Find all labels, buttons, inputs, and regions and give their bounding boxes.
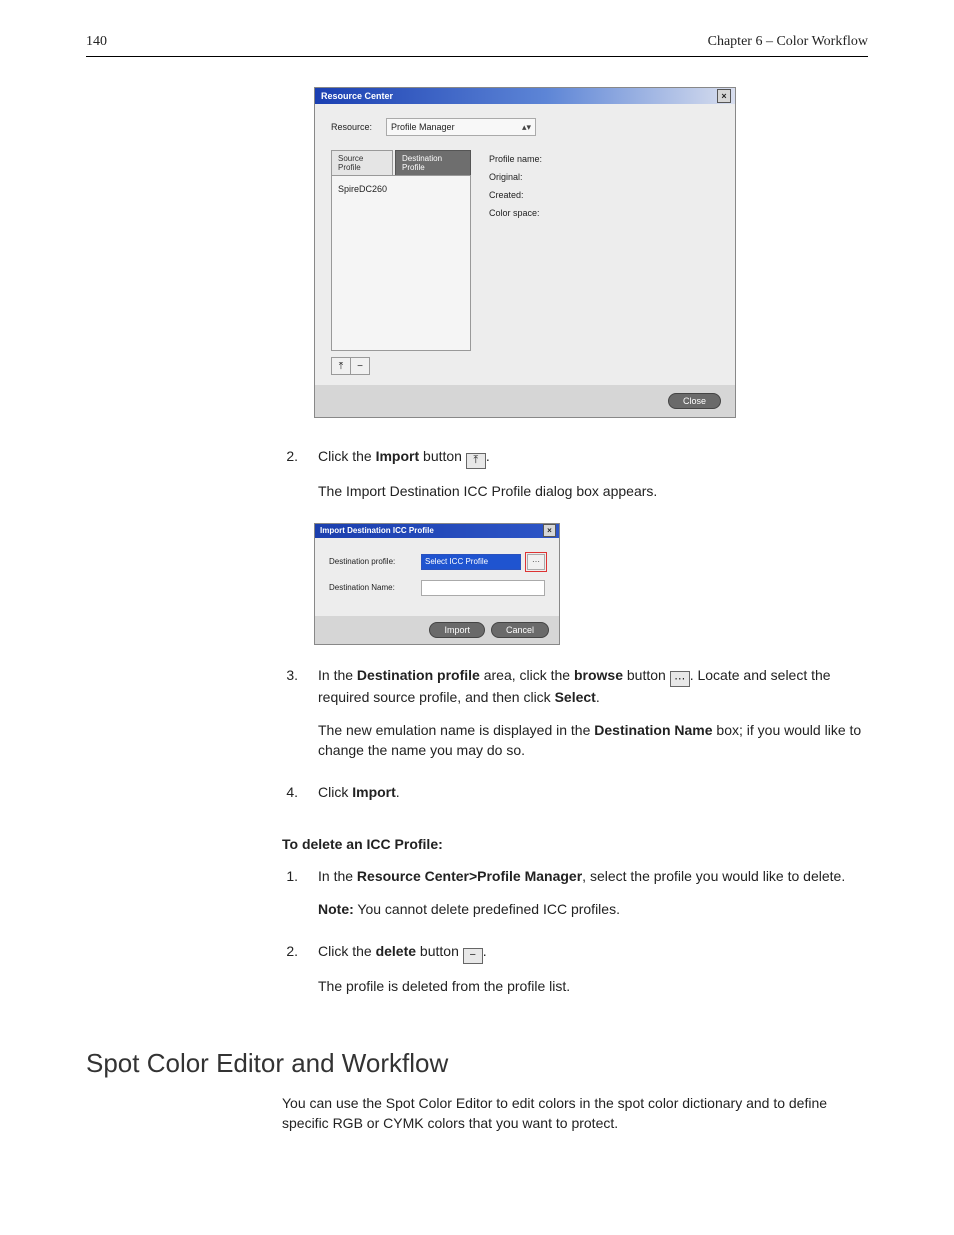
- field-created: Created:: [489, 190, 524, 200]
- resource-label: Resource:: [331, 122, 372, 132]
- resource-center-window: Resource Center × Resource: Profile Mana…: [314, 87, 736, 418]
- resource-value: Profile Manager: [391, 122, 455, 132]
- dialog-title: Import Destination ICC Profile: [320, 526, 434, 535]
- chapter-title: Chapter 6 – Color Workflow: [708, 34, 868, 50]
- close-icon[interactable]: ×: [543, 524, 556, 537]
- step-number: 4.: [282, 782, 298, 814]
- resource-dropdown[interactable]: Profile Manager ▴▾: [386, 118, 536, 136]
- browse-icon: ⋯: [670, 671, 690, 687]
- dest-name-label: Destination Name:: [329, 583, 415, 592]
- window-title: Resource Center: [321, 91, 393, 101]
- step-text: Click the delete button −.: [318, 941, 868, 964]
- field-original: Original:: [489, 172, 523, 182]
- page-header: 140 Chapter 6 – Color Workflow: [86, 34, 868, 57]
- step-text: The profile is deleted from the profile …: [318, 976, 868, 996]
- list-item[interactable]: SpireDC260: [338, 184, 387, 194]
- step-text: In the Destination profile area, click t…: [318, 665, 868, 708]
- dest-profile-input[interactable]: Select ICC Profile: [421, 554, 521, 570]
- section-paragraph: You can use the Spot Color Editor to edi…: [282, 1093, 868, 1134]
- step-note: Note: You cannot delete predefined ICC p…: [318, 899, 868, 919]
- import-icon: ⤒: [339, 361, 343, 372]
- step-text: Click the Import button ⤒.: [318, 446, 868, 469]
- dest-profile-label: Destination profile:: [329, 557, 415, 566]
- minus-icon: −: [357, 361, 363, 372]
- step-number: 3.: [282, 665, 298, 772]
- close-icon[interactable]: ×: [717, 89, 731, 103]
- section-heading: Spot Color Editor and Workflow: [86, 1048, 868, 1079]
- page-number: 140: [86, 34, 107, 50]
- delete-button[interactable]: −: [351, 357, 370, 375]
- step-number: 2.: [282, 941, 298, 1008]
- step-number: 1.: [282, 866, 298, 931]
- dropdown-arrows-icon: ▴▾: [522, 122, 531, 133]
- dest-name-input[interactable]: [421, 580, 545, 596]
- step-number: 2.: [282, 446, 298, 513]
- field-profile-name: Profile name:: [489, 154, 542, 164]
- close-button[interactable]: Close: [668, 393, 721, 409]
- step-text: The new emulation name is displayed in t…: [318, 720, 868, 761]
- tab-source-profile[interactable]: Source Profile: [331, 150, 393, 175]
- tab-destination-profile[interactable]: Destination Profile: [395, 150, 471, 175]
- field-color-space: Color space:: [489, 208, 540, 218]
- sub-heading: To delete an ICC Profile:: [282, 836, 868, 852]
- cancel-button[interactable]: Cancel: [491, 622, 549, 638]
- import-button[interactable]: ⤒: [331, 357, 351, 375]
- browse-button[interactable]: ⋯: [527, 554, 545, 570]
- import-icc-dialog: Import Destination ICC Profile × Destina…: [314, 523, 560, 645]
- delete-icon: −: [463, 948, 483, 964]
- import-button[interactable]: Import: [429, 622, 485, 638]
- profile-list[interactable]: SpireDC260: [331, 176, 471, 351]
- step-text: In the Resource Center>Profile Manager, …: [318, 866, 868, 886]
- step-text: Click Import.: [318, 782, 868, 802]
- import-icon: ⤒: [466, 453, 486, 469]
- step-text: The Import Destination ICC Profile dialo…: [318, 481, 868, 501]
- browse-icon: ⋯: [532, 557, 540, 566]
